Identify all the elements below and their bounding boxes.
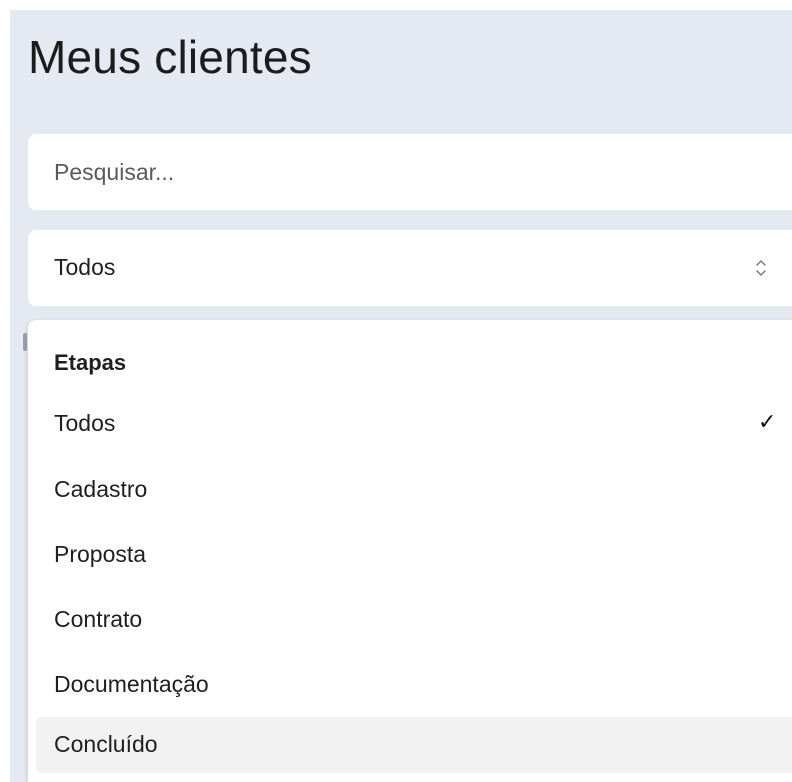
option-label: Contrato bbox=[54, 606, 143, 632]
page-title: Meus clientes bbox=[28, 31, 312, 83]
stage-filter-value: Todos bbox=[54, 254, 116, 280]
page: Meus clientes Todos Etapas Todos ✓ Cadas… bbox=[0, 0, 792, 782]
option-label: Documentação bbox=[54, 671, 209, 697]
option-label: Cadastro bbox=[54, 476, 148, 502]
dropdown-option-documentacao[interactable]: Documentação bbox=[36, 657, 792, 713]
option-label: Proposta bbox=[54, 541, 147, 567]
stage-dropdown-menu: Etapas Todos ✓ Cadastro Proposta Contrat… bbox=[28, 320, 792, 782]
background-element-edge bbox=[23, 333, 27, 351]
dropdown-option-contrato[interactable]: Contrato bbox=[36, 592, 792, 648]
dropdown-option-concluido[interactable]: Concluído bbox=[36, 717, 792, 773]
chevron-up-down-icon bbox=[756, 260, 766, 276]
checkmark-icon: ✓ bbox=[758, 410, 777, 435]
option-label: Todos bbox=[54, 410, 116, 436]
dropdown-group-label: Etapas bbox=[54, 350, 127, 375]
dropdown-option-proposta[interactable]: Proposta bbox=[36, 527, 792, 583]
dropdown-option-todos[interactable]: Todos ✓ bbox=[36, 396, 792, 452]
option-label: Concluído bbox=[54, 731, 158, 757]
dropdown-option-cadastro[interactable]: Cadastro bbox=[36, 462, 792, 518]
stage-filter-select[interactable]: Todos bbox=[28, 230, 792, 306]
search-input[interactable] bbox=[28, 134, 792, 210]
